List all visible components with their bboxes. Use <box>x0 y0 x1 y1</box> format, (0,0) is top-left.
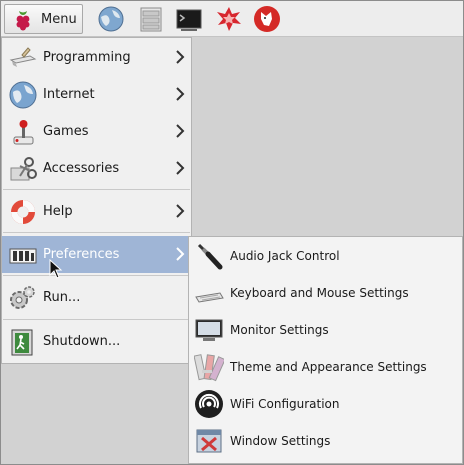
menu-item-programming[interactable]: Programming <box>2 39 191 76</box>
menu-item-help[interactable]: Help <box>2 193 191 230</box>
menu-item-label: Run... <box>43 290 81 305</box>
menu-button-label: Menu <box>41 12 77 27</box>
chevron-right-icon <box>176 204 185 218</box>
submenu-item-label: WiFi Configuration <box>230 397 340 411</box>
help-icon <box>11 200 35 224</box>
menu-item-label: Programming <box>43 50 131 65</box>
submenu-item-label: Window Settings <box>230 434 331 448</box>
preferences-submenu: Audio Jack Control Keyboard and Mouse Se… <box>188 236 463 464</box>
keyboard-icon <box>195 292 224 303</box>
chevron-right-icon <box>176 161 185 175</box>
mathematica-icon[interactable] <box>215 5 243 33</box>
submenu-item-keyboard-and-mouse-settings[interactable]: Keyboard and Mouse Settings <box>189 275 462 312</box>
menu-item-label: Internet <box>43 87 95 102</box>
chevron-right-icon <box>176 50 185 64</box>
chevron-right-icon <box>176 87 185 101</box>
menu-item-run[interactable]: Run... <box>2 279 191 316</box>
submenu-item-window-settings[interactable]: Window Settings <box>189 423 462 460</box>
internet-icon <box>9 81 37 109</box>
shutdown-icon <box>11 329 33 356</box>
run-icon <box>10 286 35 309</box>
wolfram-icon[interactable] <box>253 5 281 33</box>
file-manager-icon[interactable] <box>137 5 165 33</box>
submenu-item-label: Monitor Settings <box>230 323 329 337</box>
menu-item-preferences[interactable]: Preferences <box>2 236 191 273</box>
submenu-item-label: Audio Jack Control <box>230 249 340 263</box>
theme-icon <box>194 354 224 382</box>
menu-item-label: Accessories <box>43 161 120 176</box>
menu-button[interactable]: Menu <box>4 4 83 34</box>
wifi-icon <box>195 390 223 418</box>
chevron-right-icon <box>176 247 185 261</box>
submenu-item-label: Keyboard and Mouse Settings <box>230 286 409 300</box>
main-menu: Programming Internet Games Accessories H… <box>1 37 192 364</box>
audio-jack-icon <box>197 243 223 270</box>
menu-item-shutdown[interactable]: Shutdown... <box>2 323 191 360</box>
taskbar: Menu <box>1 1 463 37</box>
menu-separator <box>3 189 190 190</box>
submenu-item-wifi-configuration[interactable]: WiFi Configuration <box>189 386 462 423</box>
submenu-item-monitor-settings[interactable]: Monitor Settings <box>189 312 462 349</box>
programming-icon <box>9 47 37 67</box>
submenu-item-audio-jack-control[interactable]: Audio Jack Control <box>189 238 462 275</box>
menu-item-label: Games <box>43 124 89 139</box>
mouse-cursor-icon <box>49 259 63 279</box>
menu-item-label: Shutdown... <box>43 334 121 349</box>
window-settings-icon <box>196 429 222 453</box>
chevron-right-icon <box>176 124 185 138</box>
menu-separator <box>3 275 190 276</box>
globe-icon[interactable] <box>97 5 125 33</box>
submenu-item-label: Theme and Appearance Settings <box>230 360 427 374</box>
menu-item-accessories[interactable]: Accessories <box>2 150 191 187</box>
menu-item-label: Help <box>43 204 73 219</box>
menu-item-internet[interactable]: Internet <box>2 76 191 113</box>
accessories-icon <box>10 157 37 181</box>
preferences-icon <box>9 248 37 264</box>
games-icon <box>13 120 34 145</box>
menu-separator <box>3 319 190 320</box>
menu-separator <box>3 232 190 233</box>
submenu-item-theme-and-appearance-settings[interactable]: Theme and Appearance Settings <box>189 349 462 386</box>
terminal-icon[interactable] <box>175 5 203 33</box>
raspberry-icon <box>16 11 30 31</box>
menu-item-games[interactable]: Games <box>2 113 191 150</box>
monitor-icon <box>195 319 223 341</box>
